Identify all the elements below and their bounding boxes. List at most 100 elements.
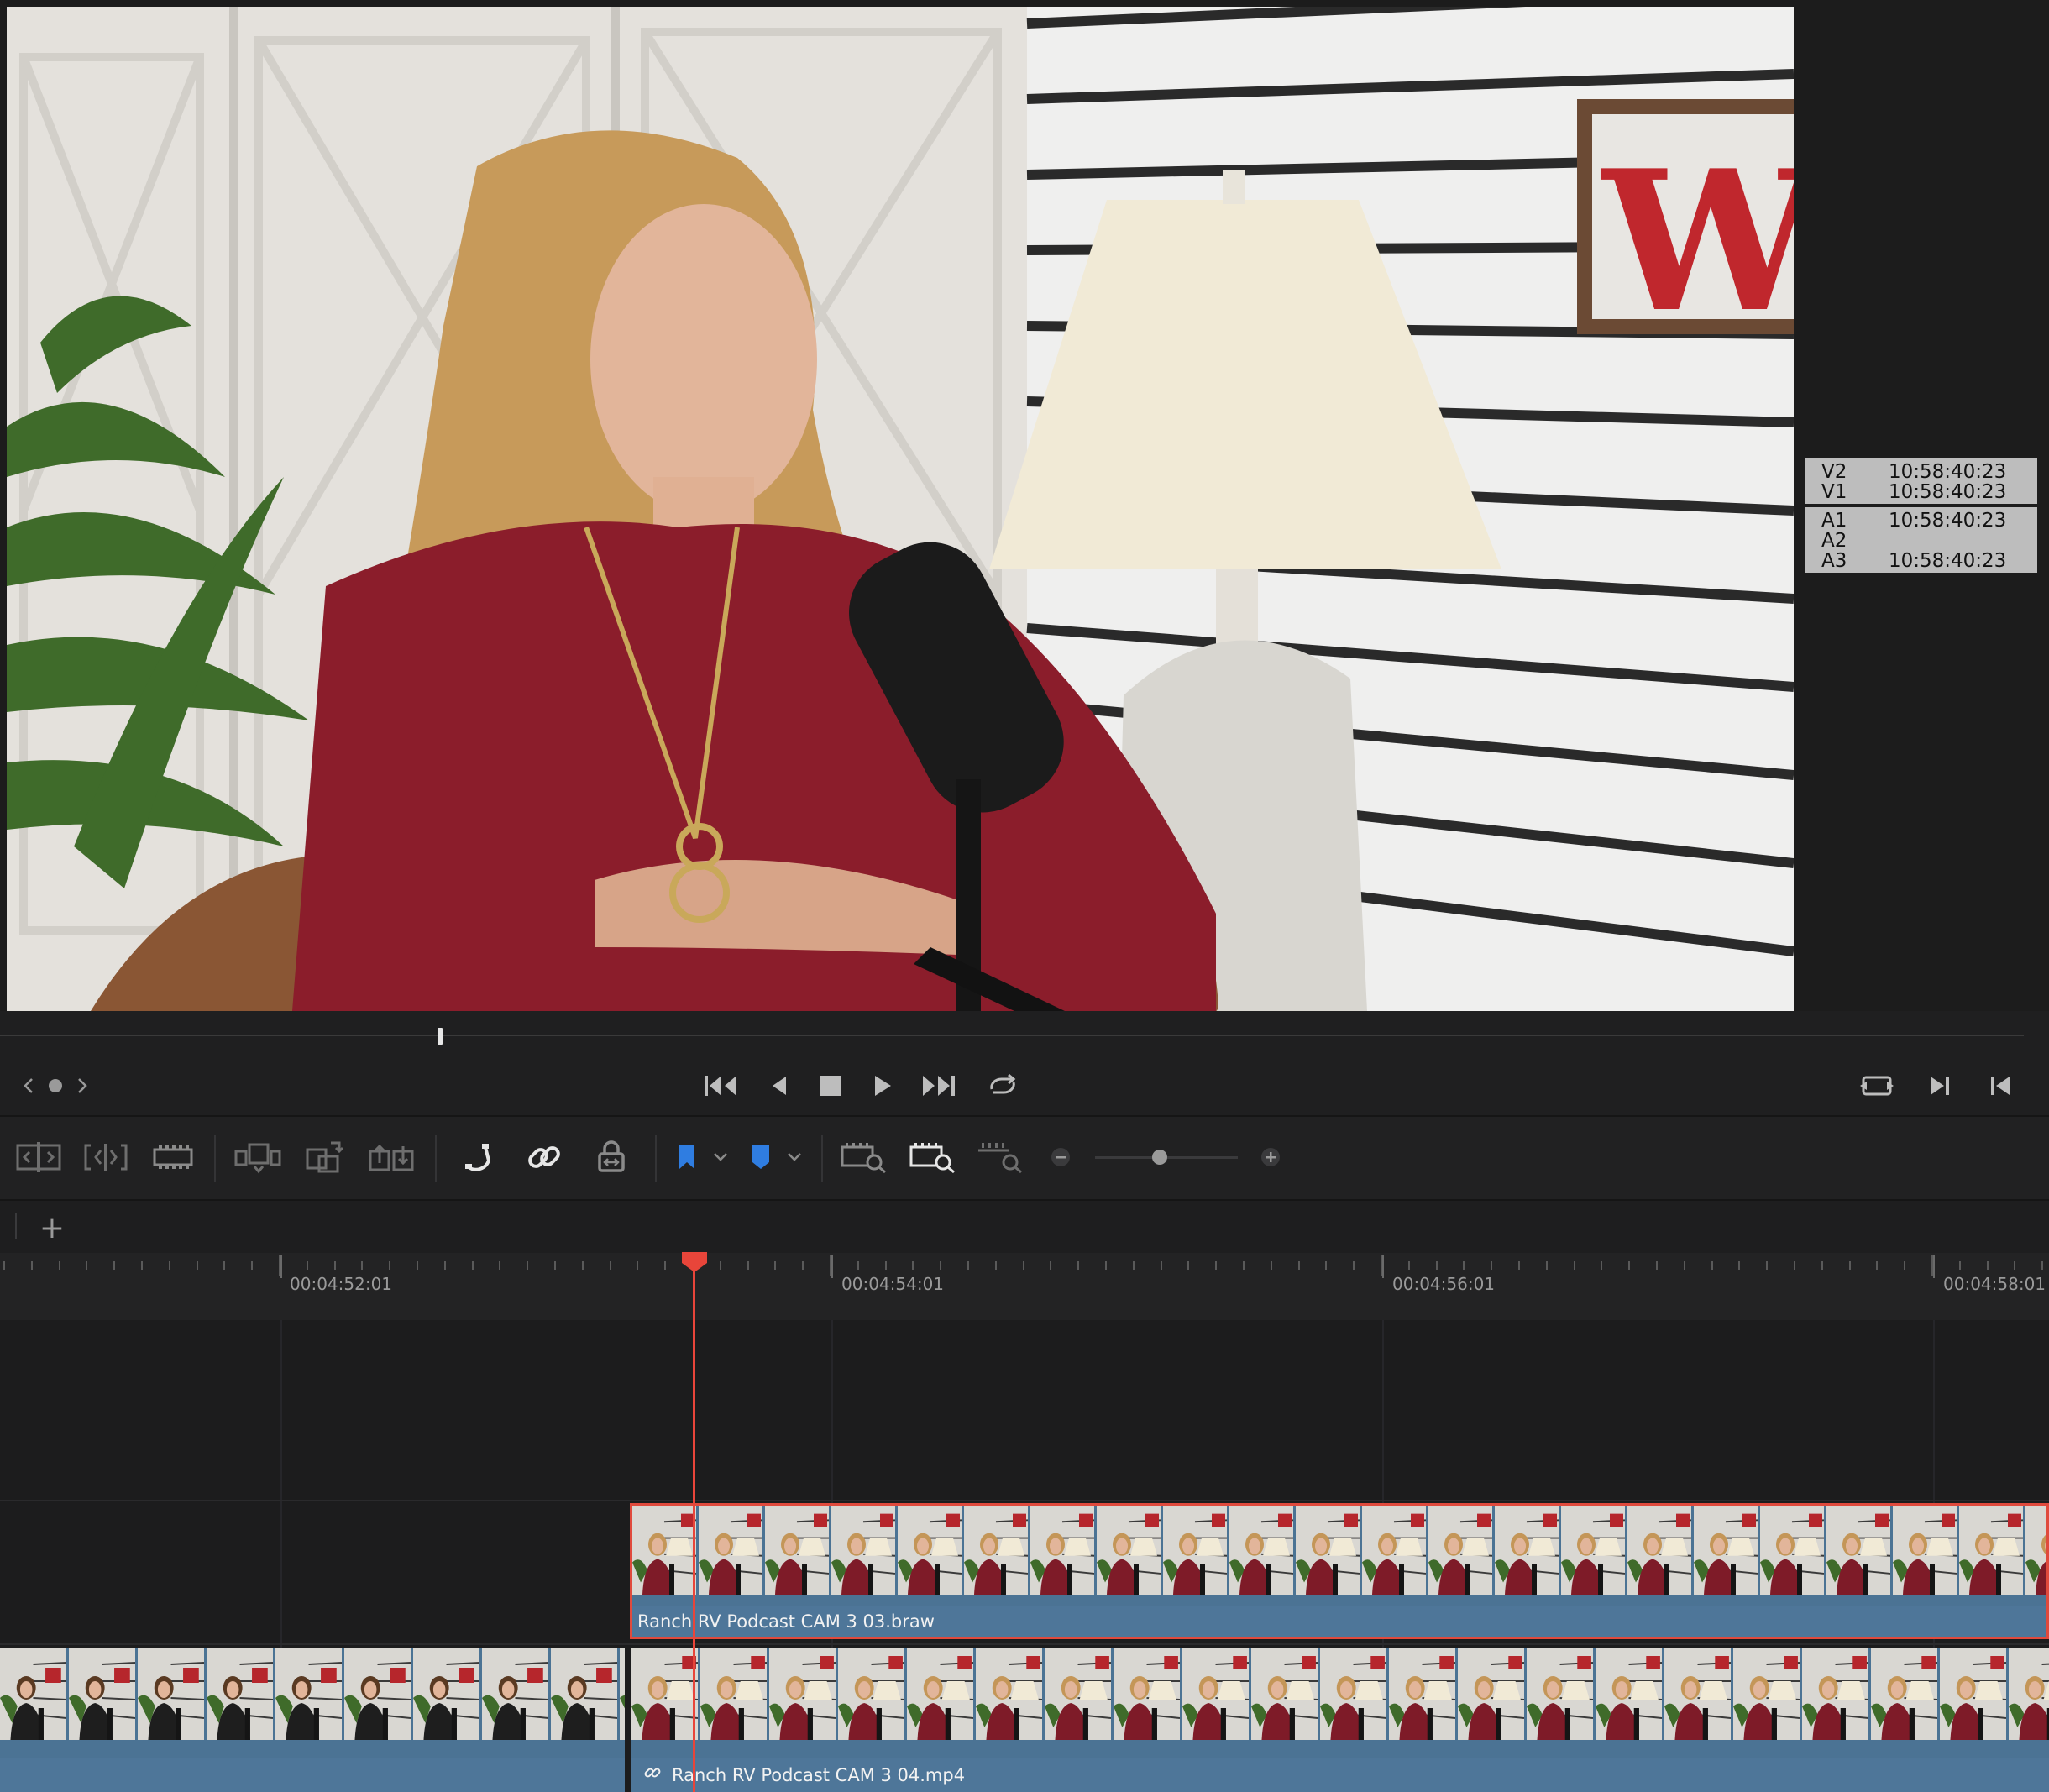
clip-thumbnail [1871, 1648, 1937, 1740]
scrubber-handle[interactable] [438, 1028, 443, 1045]
loop-icon[interactable] [984, 1068, 1021, 1103]
ruler-tick [1353, 1261, 1355, 1270]
ruler-tick [141, 1261, 143, 1270]
prev-edit-icon[interactable] [1987, 1068, 2014, 1103]
zoom-out-icon[interactable] [1048, 1134, 1073, 1181]
clip-thumbnail [2025, 1506, 2046, 1595]
play-icon[interactable] [870, 1068, 895, 1103]
ruler-tick [2014, 1261, 2015, 1270]
track-name: V2 [1821, 461, 1847, 483]
flag-dropdown-chevron-down-icon[interactable] [710, 1134, 731, 1181]
replace-clip-icon[interactable] [366, 1134, 418, 1181]
scrubber-track[interactable] [0, 1035, 2024, 1036]
clip-thumbnail [0, 1648, 66, 1740]
clip-v1-left[interactable] [0, 1648, 625, 1792]
timecode-row: V1 10:58:40:23 [1821, 482, 2027, 502]
marker-icon[interactable] [746, 1134, 776, 1181]
video-frame-image: WE [7, 7, 1794, 1011]
ruler-tick [1876, 1261, 1878, 1270]
clip-thumbnail [1596, 1648, 1662, 1740]
linked-selection-icon[interactable] [524, 1134, 564, 1181]
clip-thumbnail [275, 1648, 342, 1740]
match-frame-icon[interactable] [1858, 1068, 1896, 1103]
add-timeline-button[interactable]: + [37, 1209, 67, 1246]
ruler-tick [1628, 1261, 1630, 1270]
clip-thumbnail [69, 1648, 135, 1740]
jump-to-end-icon[interactable] [919, 1068, 957, 1103]
ruler-tick [582, 1261, 584, 1270]
zoom-in-icon[interactable] [1258, 1134, 1283, 1181]
next-clip-icon[interactable] [72, 1068, 92, 1103]
video-preview[interactable]: WE [7, 7, 1794, 1011]
blade-edit-icon[interactable] [151, 1134, 195, 1181]
clip-thumbnail [1802, 1648, 1868, 1740]
ruler-tick [940, 1261, 941, 1270]
clip-thumbnail [831, 1506, 895, 1595]
clip-thumbnail [1733, 1648, 1800, 1740]
video-timecodes: V2 10:58:40:23 V1 10:58:40:23 [1805, 458, 2037, 504]
ruler-tick [1133, 1261, 1135, 1270]
clip-thumbnail [138, 1648, 204, 1740]
clip-thumbnail [1296, 1506, 1360, 1595]
position-lock-icon[interactable] [591, 1134, 631, 1181]
ruler-tick [31, 1261, 33, 1270]
track-separator [0, 1500, 2049, 1501]
clip-thumbnail [699, 1506, 762, 1595]
marker-dropdown-chevron-down-icon[interactable] [784, 1134, 804, 1181]
clip-v1-right[interactable]: Ranch RV Podcast CAM 3 04.mp4 [631, 1648, 2049, 1792]
zoom-custom-icon[interactable] [974, 1134, 1026, 1181]
trim-edit-icon[interactable] [13, 1134, 64, 1181]
ruler-tick [720, 1261, 721, 1270]
ruler-tick [1959, 1261, 1961, 1270]
ruler-tick [912, 1261, 914, 1270]
clip-thumbnail [700, 1648, 767, 1740]
jump-to-start-icon[interactable] [702, 1068, 741, 1103]
ruler-tick [885, 1261, 887, 1270]
tab-divider [15, 1213, 17, 1239]
ruler-tick [1023, 1261, 1024, 1270]
step-back-icon[interactable] [766, 1068, 791, 1103]
next-edit-icon[interactable] [1926, 1068, 1953, 1103]
clip-thumbnail [631, 1648, 698, 1740]
clip-v2[interactable]: Ranch RV Podcast CAM 3 03.braw [630, 1503, 2049, 1639]
ruler-tick [472, 1261, 474, 1270]
timecode-value: 10:58:40:23 [1889, 550, 2007, 572]
clip-thumbnail [482, 1648, 548, 1740]
ruler-tick [1656, 1261, 1658, 1270]
audio-timecodes: A1 10:58:40:23 A2 A3 10:58:40:23 [1805, 507, 2037, 573]
clip-dot-icon[interactable] [45, 1068, 66, 1103]
clip-thumbnail [765, 1506, 829, 1595]
track-name: A3 [1821, 550, 1847, 572]
clip-thumbnail [1229, 1506, 1293, 1595]
playhead-marker[interactable] [681, 1251, 708, 1273]
clip-thumbnail [1428, 1506, 1492, 1595]
clip-thumbnail [1694, 1506, 1758, 1595]
timecode-row: A3 10:58:40:23 [1821, 551, 2027, 571]
ruler-tick [1987, 1261, 1989, 1270]
zoom-slider-knob[interactable] [1152, 1150, 1167, 1165]
ruler-tick [1215, 1261, 1217, 1270]
ruler-tick [499, 1261, 500, 1270]
track-name: A2 [1821, 530, 1847, 552]
clip-thumbnail [1760, 1506, 1824, 1595]
insert-clip-icon[interactable] [232, 1134, 282, 1181]
zoom-full-icon[interactable] [838, 1134, 890, 1181]
ruler-major-tick [1382, 1255, 1384, 1278]
ruler-tick [1408, 1261, 1410, 1270]
zoom-detail-icon[interactable] [907, 1134, 959, 1181]
playhead-line[interactable] [693, 1260, 695, 1792]
overwrite-clip-icon[interactable] [301, 1134, 348, 1181]
ruler-tick [1436, 1261, 1438, 1270]
stop-icon[interactable] [818, 1068, 843, 1103]
clip-thumbnail [1561, 1506, 1625, 1595]
snapping-icon[interactable] [459, 1134, 499, 1181]
clip-label-bar: Ranch RV Podcast CAM 3 04.mp4 [631, 1758, 2049, 1792]
clip-thumbnail [632, 1506, 696, 1595]
flag-icon[interactable] [672, 1134, 702, 1181]
ruler-tick [664, 1261, 666, 1270]
clip-thumbnails [0, 1648, 625, 1740]
clip-thumbnail [1458, 1648, 1524, 1740]
clip-thumbnail [1389, 1648, 1455, 1740]
prev-clip-icon[interactable] [18, 1068, 39, 1103]
dynamic-trim-icon[interactable] [82, 1134, 129, 1181]
